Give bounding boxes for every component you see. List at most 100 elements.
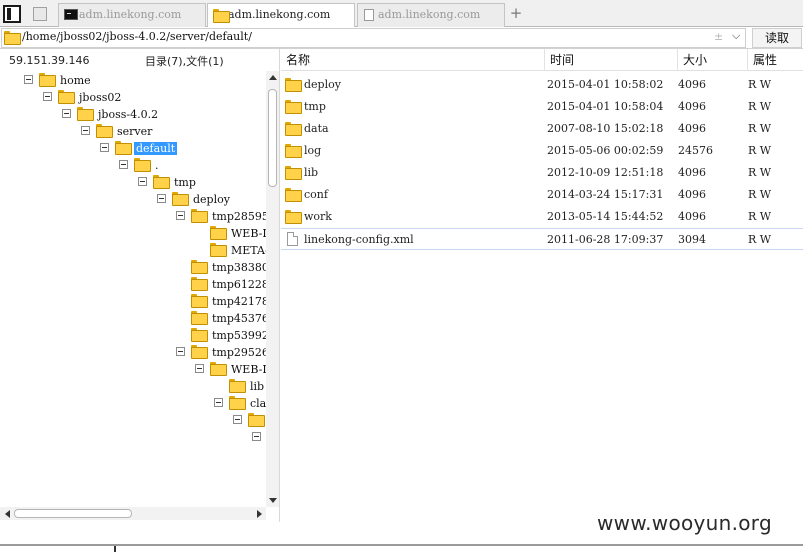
file-row[interactable]: conf 2014-03-24 15:17:31 4096 R W <box>281 184 803 206</box>
column-attr[interactable]: 属性 <box>747 49 803 71</box>
adjust-icon[interactable]: ± <box>714 30 723 43</box>
file-size: 4096 <box>678 166 706 179</box>
file-row[interactable]: tmp 2015-04-01 10:58:04 4096 R W <box>281 96 803 118</box>
tree-node[interactable]: lib <box>0 378 266 395</box>
add-tab-button[interactable]: + <box>508 4 524 22</box>
file-row[interactable]: data 2007-08-10 15:02:18 4096 R W <box>281 118 803 140</box>
file-size: 4096 <box>678 188 706 201</box>
tree-node[interactable]: default <box>0 140 266 157</box>
tree-node[interactable]: server <box>0 123 266 140</box>
file-size: 4096 <box>678 122 706 135</box>
folder-icon <box>191 311 208 325</box>
folder-icon <box>229 396 246 410</box>
directory-tree-panel: 59.151.39.146 目录(7),文件(1) home jboss02 jbo… <box>0 49 280 522</box>
tree-node[interactable]: WEB-IN <box>0 225 266 242</box>
file-attr: R W <box>748 210 772 223</box>
folder-icon <box>153 175 170 189</box>
path-input[interactable]: /home/jboss02/jboss-4.0.2/server/default… <box>22 30 252 43</box>
scroll-thumb[interactable] <box>14 509 132 518</box>
file-attr: R W <box>748 233 772 246</box>
folder-icon <box>39 73 56 87</box>
folder-icon <box>191 345 208 359</box>
collapse-icon[interactable] <box>157 194 166 203</box>
scroll-left-icon[interactable] <box>5 510 10 518</box>
folder-icon <box>285 210 302 224</box>
tree-node-label: META-I <box>231 244 266 257</box>
column-name[interactable]: 名称 <box>281 49 544 71</box>
tree-node[interactable]: tmp612280 <box>0 276 266 293</box>
tree-horizontal-scrollbar[interactable] <box>0 507 266 520</box>
file-row[interactable]: linekong-config.xml 2011-06-28 17:09:37 30… <box>281 228 803 250</box>
tree-node-label: server <box>117 125 153 138</box>
blank-tab-icon[interactable] <box>33 7 47 21</box>
file-time: 2011-06-28 17:09:37 <box>547 233 664 246</box>
folder-icon <box>285 188 302 202</box>
tree-node[interactable]: jboss-4.0.2 <box>0 106 266 123</box>
tree-node[interactable] <box>0 429 266 446</box>
collapse-icon[interactable] <box>176 211 185 220</box>
file-row[interactable]: log 2015-05-06 00:02:59 24576 R W <box>281 140 803 162</box>
file-attr: R W <box>748 78 772 91</box>
collapse-icon[interactable] <box>43 92 52 101</box>
file-row[interactable]: deploy 2015-04-01 10:58:02 4096 R W <box>281 74 803 96</box>
collapse-icon[interactable] <box>138 177 147 186</box>
scroll-down-icon[interactable] <box>269 498 277 503</box>
collapse-icon[interactable] <box>62 109 71 118</box>
file-list-header: 名称 时间 大小 属性 <box>281 49 803 71</box>
read-button[interactable]: 读取 <box>752 28 802 48</box>
column-time[interactable]: 时间 <box>544 49 677 71</box>
folder-icon <box>285 122 302 136</box>
file-row[interactable]: work 2013-05-14 15:44:52 4096 R W <box>281 206 803 228</box>
tab-terminal[interactable]: adm.linekong.com <box>58 3 206 27</box>
directory-tree: home jboss02 jboss-4.0.2 server default. tmp d… <box>0 71 266 507</box>
tree-node[interactable]: tmp295260 <box>0 344 266 361</box>
tree-node[interactable]: cla <box>0 395 266 412</box>
watermark: www.wooyun.org <box>597 511 772 535</box>
collapse-icon[interactable] <box>119 160 128 169</box>
collapse-icon[interactable] <box>100 143 109 152</box>
collapse-icon[interactable] <box>252 432 261 441</box>
document-icon <box>364 9 374 21</box>
file-row[interactable]: lib 2012-10-09 12:51:18 4096 R W <box>281 162 803 184</box>
scroll-right-icon[interactable] <box>257 510 262 518</box>
tree-node[interactable] <box>0 412 266 429</box>
folder-icon <box>134 158 151 172</box>
tree-node[interactable]: tmp421784 <box>0 293 266 310</box>
tree-node-label: deploy <box>193 193 230 206</box>
chevron-down-icon[interactable]: ⌵ <box>732 29 740 43</box>
collapse-icon[interactable] <box>233 415 242 424</box>
tree-node[interactable]: META-I <box>0 242 266 259</box>
collapse-icon[interactable] <box>81 126 90 135</box>
tab-file-manager[interactable]: adm.linekong.com <box>207 3 355 28</box>
collapse-icon[interactable] <box>214 398 223 407</box>
collapse-icon[interactable] <box>176 347 185 356</box>
folder-icon <box>96 124 113 138</box>
tree-node-label: tmp539928 <box>212 329 266 342</box>
scroll-thumb[interactable] <box>268 89 277 187</box>
tree-node[interactable]: tmp285952 <box>0 208 266 225</box>
tree-node[interactable]: tmp383802 <box>0 259 266 276</box>
folder-icon <box>213 9 230 23</box>
tree-node[interactable]: deploy <box>0 191 266 208</box>
tree-node[interactable]: tmp539928 <box>0 327 266 344</box>
address-bar: /home/jboss02/jboss-4.0.2/server/default… <box>0 27 803 49</box>
column-size[interactable]: 大小 <box>677 49 747 71</box>
tree-node[interactable]: tmp453768 <box>0 310 266 327</box>
file-list-panel: 名称 时间 大小 属性 deploy 2015-04-01 10:58:02 409… <box>281 49 803 522</box>
panel-toggle-icon[interactable] <box>3 5 21 23</box>
tree-node[interactable]: home <box>0 72 266 89</box>
folder-icon <box>172 192 189 206</box>
file-time: 2007-08-10 15:02:18 <box>547 122 664 135</box>
tree-vertical-scrollbar[interactable] <box>266 71 279 507</box>
collapse-icon[interactable] <box>195 364 204 373</box>
file-attr: R W <box>748 100 772 113</box>
folder-icon <box>285 144 302 158</box>
tab-document[interactable]: adm.linekong.com <box>357 3 505 27</box>
tree-node[interactable]: jboss02 <box>0 89 266 106</box>
tree-node[interactable]: WEB-IN <box>0 361 266 378</box>
collapse-icon[interactable] <box>24 75 33 84</box>
tree-node[interactable]: . <box>0 157 266 174</box>
scroll-up-icon[interactable] <box>269 75 277 80</box>
file-size: 4096 <box>678 78 706 91</box>
tree-node[interactable]: tmp <box>0 174 266 191</box>
